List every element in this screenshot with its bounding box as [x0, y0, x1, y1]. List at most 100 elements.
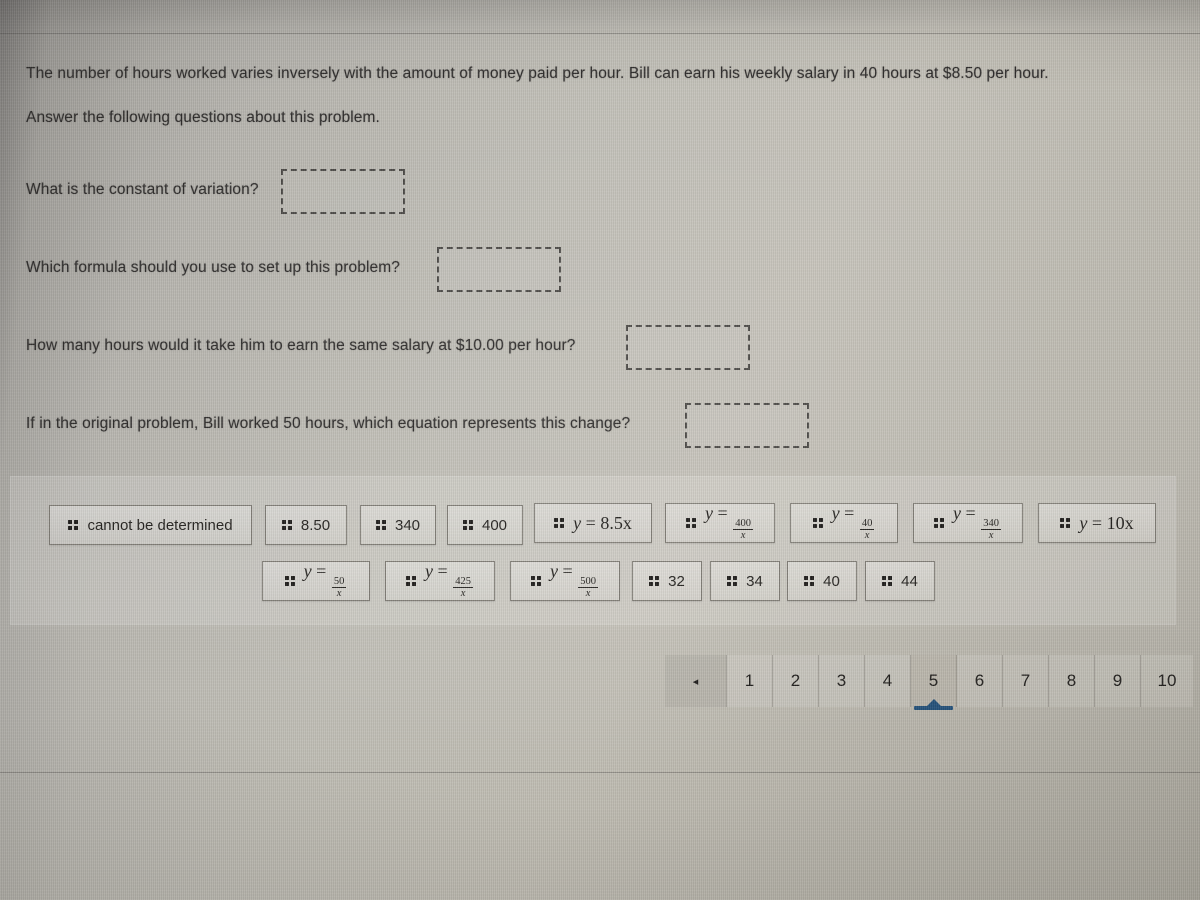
answer-chip-y-equals-8-5x[interactable]: y = 8.5x	[534, 503, 652, 543]
fraction-denominator: x	[585, 588, 591, 600]
answer-chip-label: 8.50	[300, 516, 331, 534]
top-divider-rule	[0, 33, 1200, 34]
answer-chip-y-equals-500-over-x[interactable]: y = 500 x	[510, 561, 620, 601]
answer-bank-panel: cannot be determined 8.50 340 400 y = 8.…	[10, 476, 1176, 625]
problem-statement: The number of hours worked varies invers…	[26, 65, 1049, 82]
drag-handle-icon[interactable]	[812, 518, 823, 528]
answer-chip-y-equals-40-over-x[interactable]: y = 40 x	[790, 503, 898, 543]
drag-handle-icon[interactable]	[804, 576, 815, 586]
question-3-dropzone[interactable]	[626, 325, 750, 370]
triangle-left-icon: ◂	[692, 675, 699, 688]
answer-chip-44[interactable]: 44	[865, 561, 935, 601]
math-lhs: y	[953, 502, 962, 523]
answer-chip-label: cannot be determined	[87, 516, 233, 534]
answer-chip-y-equals-50-over-x[interactable]: y = 50 x	[262, 561, 370, 601]
pagination-page-label: 2	[790, 671, 801, 690]
drag-handle-icon[interactable]	[406, 576, 417, 586]
answer-chip-label: y = 340 x	[953, 502, 1001, 542]
photographed-screen-surface: The number of hours worked varies invers…	[0, 0, 1200, 900]
pagination-page-4[interactable]: 4	[865, 655, 911, 707]
math-fraction: 400 x	[733, 518, 753, 542]
answer-chip-label: 40	[823, 572, 840, 590]
answer-chip-8-50[interactable]: 8.50	[265, 505, 347, 545]
question-2-dropzone[interactable]	[437, 247, 561, 292]
pagination-page-label: 1	[744, 671, 755, 690]
drag-handle-icon[interactable]	[375, 520, 386, 530]
math-rhs: 8.5x	[600, 513, 632, 533]
question-1-dropzone[interactable]	[281, 169, 405, 214]
drag-handle-icon[interactable]	[882, 576, 893, 586]
answer-chip-32[interactable]: 32	[632, 561, 702, 601]
pagination-page-label: 10	[1157, 671, 1177, 690]
bottom-divider-rule	[0, 772, 1200, 773]
drag-handle-icon[interactable]	[686, 518, 697, 528]
answer-chip-label: 340	[394, 516, 421, 534]
answer-chip-y-equals-340-over-x[interactable]: y = 340 x	[913, 503, 1023, 543]
answer-chip-label: y = 425 x	[425, 560, 473, 600]
drag-handle-icon[interactable]	[68, 520, 79, 530]
answer-chip-label: y = 500 x	[550, 560, 598, 600]
fraction-numerator: 400	[733, 518, 753, 531]
answer-chip-label: y = 8.5x	[573, 513, 632, 533]
fraction-denominator: x	[740, 530, 746, 542]
pagination-prev-button[interactable]: ◂	[665, 655, 727, 707]
drag-handle-icon[interactable]	[284, 576, 295, 586]
pagination-page-2[interactable]: 2	[773, 655, 819, 707]
question-2-label: Which formula should you use to set up t…	[26, 259, 400, 276]
math-fraction: 50 x	[331, 576, 347, 600]
answer-chip-label: y = 400 x	[705, 502, 753, 542]
drag-handle-icon[interactable]	[1060, 518, 1071, 528]
fraction-numerator: 50	[331, 576, 347, 589]
pagination-page-label: 8	[1066, 671, 1077, 690]
pagination-page-1[interactable]: 1	[727, 655, 773, 707]
pagination-page-9[interactable]: 9	[1095, 655, 1141, 707]
answer-chip-label: 400	[481, 516, 508, 534]
question-4-dropzone[interactable]	[685, 403, 809, 448]
fraction-numerator: 425	[453, 576, 473, 589]
drag-handle-icon[interactable]	[934, 518, 945, 528]
math-lhs: y	[705, 502, 714, 523]
answer-chip-label: y = 50 x	[303, 560, 347, 600]
answer-chip-y-equals-10x[interactable]: y = 10x	[1038, 503, 1156, 543]
problem-instruction: Answer the following questions about thi…	[26, 109, 380, 126]
answer-chip-label: y = 10x	[1079, 513, 1134, 533]
math-fraction: 40 x	[859, 518, 875, 542]
pagination-page-6[interactable]: 6	[957, 655, 1003, 707]
drag-handle-icon[interactable]	[649, 576, 660, 586]
answer-chip-cannot-be-determined[interactable]: cannot be determined	[49, 505, 252, 545]
math-lhs: y	[550, 560, 559, 581]
math-lhs: y	[1079, 513, 1088, 533]
answer-chip-label: 34	[746, 572, 763, 590]
question-4-label: If in the original problem, Bill worked …	[26, 415, 631, 432]
math-fraction: 340 x	[981, 518, 1001, 542]
math-lhs: y	[573, 513, 582, 533]
answer-chip-label: y = 40 x	[831, 502, 875, 542]
drag-handle-icon[interactable]	[554, 518, 565, 528]
answer-chip-label: 32	[668, 572, 685, 590]
pagination-page-8[interactable]: 8	[1049, 655, 1095, 707]
pagination-page-10[interactable]: 10	[1141, 655, 1193, 707]
fraction-numerator: 40	[859, 518, 875, 531]
fraction-denominator: x	[460, 588, 466, 600]
math-fraction: 425 x	[453, 576, 473, 600]
answer-chip-40[interactable]: 40	[787, 561, 857, 601]
pagination-page-5[interactable]: 5	[911, 655, 957, 710]
math-lhs: y	[831, 502, 840, 523]
drag-handle-icon[interactable]	[462, 520, 473, 530]
answer-chip-34[interactable]: 34	[710, 561, 780, 601]
answer-chip-y-equals-425-over-x[interactable]: y = 425 x	[385, 561, 495, 601]
fraction-denominator: x	[864, 530, 870, 542]
drag-handle-icon[interactable]	[281, 520, 292, 530]
drag-handle-icon[interactable]	[531, 576, 542, 586]
pagination-page-7[interactable]: 7	[1003, 655, 1049, 707]
answer-chip-400[interactable]: 400	[447, 505, 523, 545]
pagination-page-label: 7	[1020, 671, 1031, 690]
question-3-label: How many hours would it take him to earn…	[26, 337, 576, 354]
pagination-page-3[interactable]: 3	[819, 655, 865, 707]
math-lhs: y	[425, 560, 434, 581]
drag-handle-icon[interactable]	[727, 576, 738, 586]
pagination-page-label: 9	[1112, 671, 1123, 690]
answer-chip-340[interactable]: 340	[360, 505, 436, 545]
answer-chip-y-equals-400-over-x[interactable]: y = 400 x	[665, 503, 775, 543]
pagination-page-label: 5	[928, 671, 939, 690]
